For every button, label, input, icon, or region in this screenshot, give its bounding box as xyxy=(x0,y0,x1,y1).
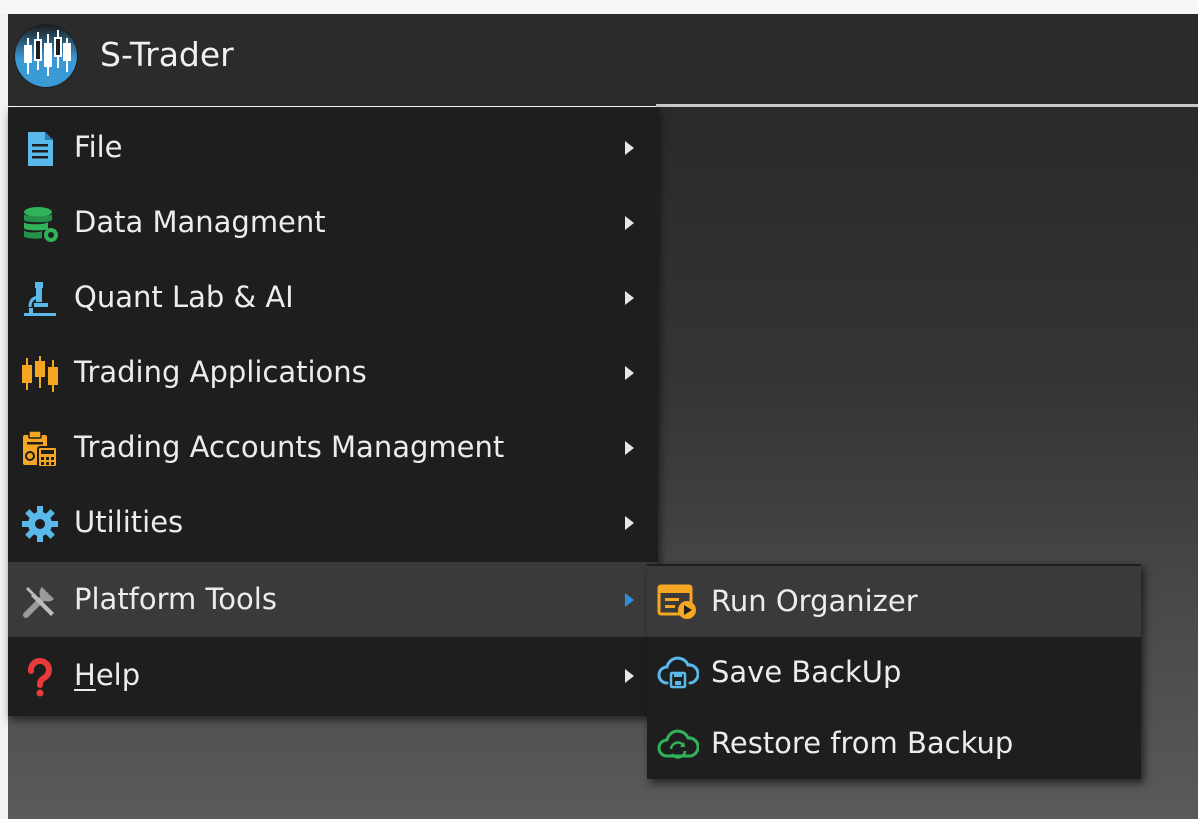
submenu-item-run-organizer[interactable]: Run Organizer xyxy=(647,566,1141,637)
menu-item-label: Quant Lab & AI xyxy=(74,280,294,314)
document-icon xyxy=(20,129,60,169)
window-left-edge xyxy=(0,14,8,819)
menu-item-label: Trading Accounts Managment xyxy=(74,430,505,464)
submenu-item-restore-from-backup[interactable]: Restore from Backup xyxy=(647,708,1141,779)
organizer-run-icon xyxy=(657,582,699,622)
menu-item-label: Platform Tools xyxy=(74,582,277,616)
menu-item-label: Trading Applications xyxy=(74,355,367,389)
main-menu: File Data Managment Quant Lab & AI Tradi… xyxy=(8,108,658,716)
screen: S-Trader File Data Managment Quant Lab &… xyxy=(0,0,1198,819)
submenu-arrow-icon xyxy=(625,291,634,305)
cloud-save-icon xyxy=(657,653,700,693)
submenu-arrow-icon xyxy=(625,593,634,607)
cloud-restore-icon xyxy=(657,724,700,764)
menu-item-platform-tools[interactable]: Platform Tools xyxy=(8,562,658,637)
menu-item-label: File xyxy=(74,130,123,164)
menu-item-data-managment[interactable]: Data Managment xyxy=(8,185,658,260)
clipboard-calculator-icon xyxy=(20,429,60,469)
menu-item-label: Help xyxy=(74,658,141,692)
menu-item-file[interactable]: File xyxy=(8,110,658,185)
submenu-item-label: Save BackUp xyxy=(711,655,902,689)
submenu-arrow-icon xyxy=(625,669,634,683)
submenu-arrow-icon xyxy=(625,441,634,455)
submenu-item-label: Restore from Backup xyxy=(711,726,1014,760)
question-icon xyxy=(20,657,60,697)
tools-icon xyxy=(20,581,60,621)
menu-item-label: Utilities xyxy=(74,505,184,539)
window-top-edge xyxy=(0,0,1198,14)
submenu-item-save-backup[interactable]: Save BackUp xyxy=(647,637,1141,708)
menu-item-trading-applications[interactable]: Trading Applications xyxy=(8,335,658,410)
database-gear-icon xyxy=(20,204,60,244)
gear-icon xyxy=(20,504,60,544)
menu-item-label: Data Managment xyxy=(74,205,326,239)
submenu-arrow-icon xyxy=(625,216,634,230)
app-title: S-Trader xyxy=(100,35,234,74)
menu-item-utilities[interactable]: Utilities xyxy=(8,485,658,560)
menu-item-trading-accounts-managment[interactable]: Trading Accounts Managment xyxy=(8,410,658,485)
microscope-icon xyxy=(20,279,60,319)
candlestick-icon xyxy=(20,354,60,394)
submenu-item-label: Run Organizer xyxy=(711,584,918,618)
submenu-arrow-icon xyxy=(625,366,634,380)
candlestick-logo-icon[interactable] xyxy=(14,24,78,88)
menu-item-help[interactable]: Help xyxy=(8,638,658,713)
menu-item-quant-lab-ai[interactable]: Quant Lab & AI xyxy=(8,260,658,335)
submenu-arrow-icon xyxy=(625,141,634,155)
submenu-arrow-icon xyxy=(625,516,634,530)
platform-tools-submenu: Run Organizer Save BackUp Restore from B… xyxy=(647,564,1141,779)
